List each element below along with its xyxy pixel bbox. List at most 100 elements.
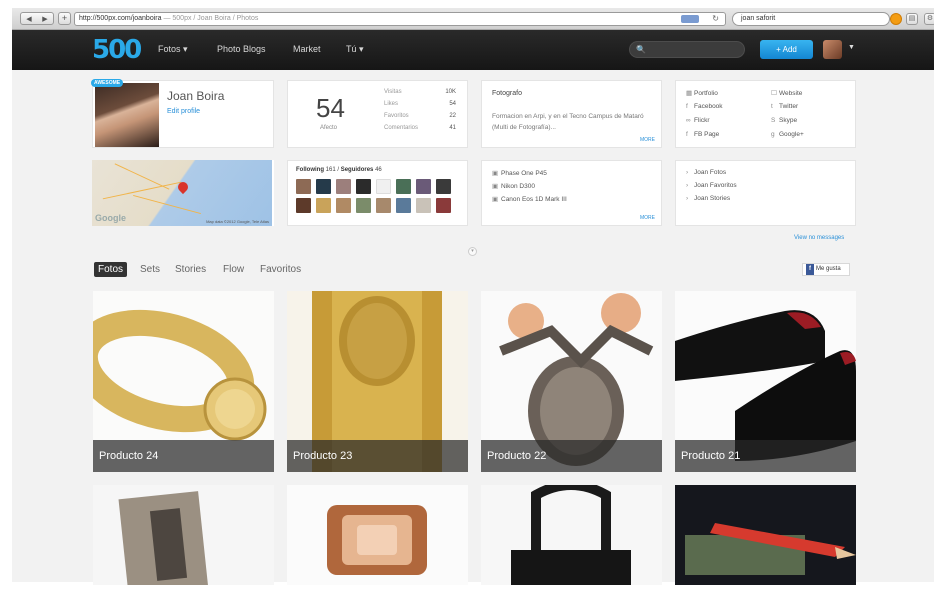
link-fb-page[interactable]: f FB Page: [686, 131, 771, 143]
follower-avatar[interactable]: [316, 179, 331, 194]
stat-value: 22: [449, 113, 456, 119]
follower-avatar[interactable]: [356, 198, 371, 213]
photo-tile[interactable]: Producto 24: [93, 291, 274, 472]
site-search-input[interactable]: 🔍: [629, 41, 745, 58]
link-website[interactable]: ☐ Website: [771, 89, 856, 101]
social-links: ▦ Portfolio ☐ Website f Facebook t Twitter ∞…: [686, 89, 856, 143]
twitter-icon: t: [771, 103, 773, 110]
nav-fotos[interactable]: Fotos ▾: [158, 44, 188, 55]
tab-fotos[interactable]: Fotos: [94, 262, 128, 277]
camera-item[interactable]: ▣ Phase One P45: [492, 169, 567, 182]
about-more-link[interactable]: MORE: [640, 137, 655, 143]
stat-label: Favoritos: [384, 113, 409, 119]
browser-search-input[interactable]: joan saforit: [732, 12, 890, 26]
follower-avatar[interactable]: [356, 179, 371, 194]
gallery-item[interactable]: › Joan Fotos: [686, 169, 737, 182]
address-bar[interactable]: http://500px.com/joanboira — 500px / Joa…: [74, 12, 726, 26]
follower-avatar[interactable]: [416, 179, 431, 194]
new-tab-button[interactable]: +: [58, 12, 71, 25]
photo-tile[interactable]: [93, 485, 274, 585]
reload-icon[interactable]: ↻: [712, 13, 719, 25]
bookmark-icon[interactable]: ▤: [906, 13, 918, 25]
follower-avatar[interactable]: [336, 179, 351, 194]
photo-caption: Producto 22: [481, 440, 662, 472]
follower-avatar[interactable]: [436, 198, 451, 213]
follower-avatar[interactable]: [376, 198, 391, 213]
tab-stories[interactable]: Stories: [171, 262, 210, 277]
follower-avatar[interactable]: [296, 198, 311, 213]
chevron-right-icon: ›: [686, 182, 689, 189]
stat-label: Comentarios: [384, 125, 419, 131]
settings-gear-icon[interactable]: ⚙: [924, 13, 934, 25]
follower-avatar[interactable]: [376, 179, 391, 194]
rss-icon[interactable]: [681, 15, 699, 23]
follower-avatar[interactable]: [296, 179, 311, 194]
tab-flow[interactable]: Flow: [219, 262, 248, 277]
following-title[interactable]: Following 161 / Seguidores 46: [296, 167, 382, 173]
follower-avatar[interactable]: [336, 198, 351, 213]
follower-thumbnails: [296, 179, 451, 213]
link-facebook[interactable]: f Facebook: [686, 103, 771, 115]
follower-avatar[interactable]: [416, 198, 431, 213]
link-label: Flickr: [694, 117, 710, 124]
stat-value: 41: [449, 125, 456, 131]
back-forward-buttons[interactable]: ◀ ▶: [20, 12, 54, 25]
camera-label: Nikon D300: [501, 183, 535, 190]
camera-label: Canon Eos 1D Mark III: [501, 196, 567, 203]
photo-tile[interactable]: Producto 22: [481, 291, 662, 472]
galleries-list: › Joan Fotos › Joan Favoritos › Joan Storie…: [686, 169, 737, 208]
link-google-plus[interactable]: g Google+: [771, 131, 856, 143]
follower-avatar[interactable]: [316, 198, 331, 213]
nav-market[interactable]: Market: [293, 44, 321, 54]
location-map[interactable]: Google Map data ©2012 Google, Tele Atlas: [92, 160, 274, 226]
awesome-badge: AWESOME: [91, 79, 124, 87]
about-text: Formacion en Arpi, y en el Tecno Campus …: [492, 113, 644, 131]
gallery-item[interactable]: › Joan Stories: [686, 195, 737, 208]
google-logo: Google: [95, 213, 126, 223]
photo-tile[interactable]: Producto 23: [287, 291, 468, 472]
camera-item[interactable]: ▣ Canon Eos 1D Mark III: [492, 195, 567, 208]
gallery-item[interactable]: › Joan Favoritos: [686, 182, 737, 195]
edit-profile-link[interactable]: Edit profile: [167, 108, 200, 115]
forward-arrow-icon[interactable]: ▶: [42, 15, 47, 23]
user-avatar[interactable]: [823, 40, 842, 59]
tab-sets[interactable]: Sets: [136, 262, 164, 277]
galleries-card: › Joan Fotos › Joan Favoritos › Joan Storie…: [675, 160, 856, 226]
facebook-like-button[interactable]: f Me gusta: [802, 263, 850, 276]
extension-icon[interactable]: [890, 13, 902, 25]
link-twitter[interactable]: t Twitter: [771, 103, 856, 115]
view-messages-link[interactable]: View no messages: [794, 235, 844, 241]
follower-avatar[interactable]: [396, 179, 411, 194]
expand-toggle-icon[interactable]: ▾: [468, 247, 477, 256]
stat-row: Likes 54: [384, 101, 456, 113]
map-credit: Map data ©2012 Google, Tele Atlas: [206, 219, 269, 224]
chevron-down-icon[interactable]: ▼: [848, 44, 855, 51]
nav-tu[interactable]: Tú ▾: [346, 44, 364, 55]
photo-tile[interactable]: Producto 21: [675, 291, 856, 472]
map-image[interactable]: Google Map data ©2012 Google, Tele Atlas: [92, 160, 272, 226]
cameras-more-link[interactable]: MORE: [640, 215, 655, 221]
cameras-card: ▣ Phase One P45 ▣ Nikon D300 ▣ Canon Eos 1D…: [481, 160, 662, 226]
back-arrow-icon[interactable]: ◀: [26, 15, 31, 23]
stats-list: Visitas 10K Likes 54 Favoritos 22 Comentari…: [384, 89, 456, 137]
page-title-text: — 500px / Joan Boira / Photos: [161, 15, 259, 22]
follower-avatar[interactable]: [436, 179, 451, 194]
follower-avatar[interactable]: [396, 198, 411, 213]
link-skype[interactable]: S Skype: [771, 117, 856, 129]
site-logo[interactable]: 500: [92, 36, 142, 64]
photo-tile[interactable]: [675, 485, 856, 585]
nav-photo-blogs[interactable]: Photo Blogs: [217, 44, 266, 54]
camera-icon: ▣: [492, 183, 499, 190]
affection-count: 54: [316, 93, 345, 123]
photo-tile[interactable]: [287, 485, 468, 585]
link-portfolio[interactable]: ▦ Portfolio: [686, 89, 771, 101]
photo-tile[interactable]: [481, 485, 662, 585]
map-road: [133, 194, 201, 215]
handbag-photo: [481, 485, 662, 585]
website-icon: ☐: [771, 90, 777, 97]
link-flickr[interactable]: ∞ Flickr: [686, 117, 771, 129]
add-photo-button[interactable]: + Add: [760, 40, 813, 59]
tab-favoritos[interactable]: Favoritos: [256, 262, 305, 277]
camera-item[interactable]: ▣ Nikon D300: [492, 182, 567, 195]
profile-avatar[interactable]: [95, 83, 159, 147]
